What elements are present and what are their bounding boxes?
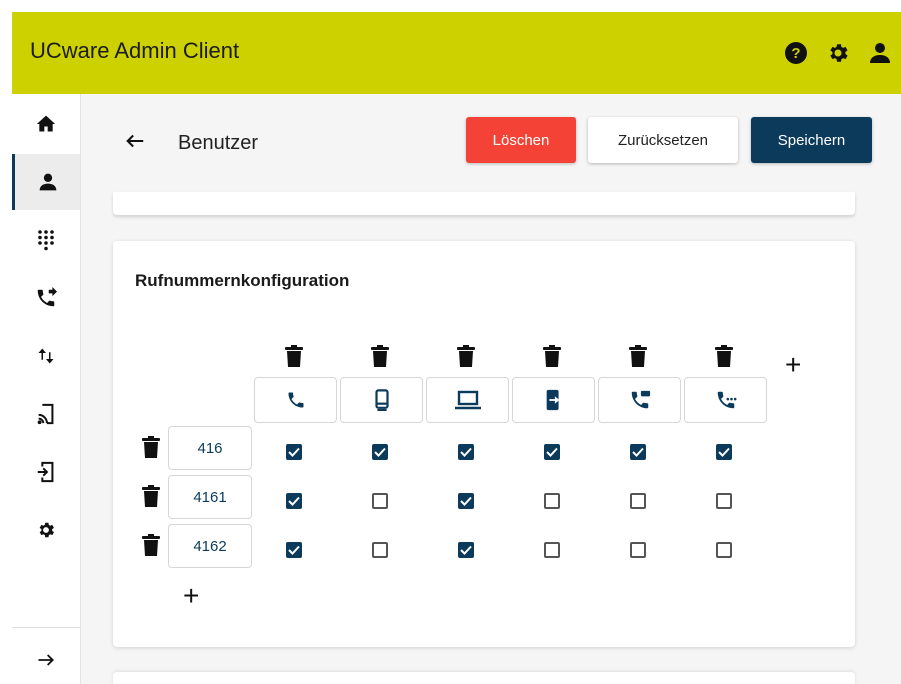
- person-icon: [39, 173, 56, 191]
- sidebar-divider: [12, 627, 80, 628]
- arrow-right-icon: [38, 654, 54, 666]
- swap-vertical-icon: [38, 348, 54, 364]
- sidebar-expand-button[interactable]: [12, 632, 80, 684]
- account-icon[interactable]: [867, 40, 893, 66]
- sidebar-item-transfer[interactable]: [12, 328, 80, 384]
- device-login-icon: [37, 461, 54, 483]
- sidebar-item-dialpad[interactable]: [12, 212, 80, 268]
- phone-sip-icon: [629, 389, 651, 411]
- sidebar-item-home[interactable]: [12, 96, 80, 152]
- add-number-button[interactable]: +: [183, 582, 199, 610]
- number-field[interactable]: 4162: [168, 524, 252, 568]
- back-button[interactable]: [124, 130, 146, 157]
- sidebar: [12, 94, 81, 684]
- sidebar-item-users[interactable]: [12, 154, 80, 210]
- sidebar-item-settings[interactable]: [12, 502, 80, 558]
- assignment-checkbox[interactable]: [458, 493, 474, 509]
- device-column-laptop[interactable]: [426, 377, 509, 423]
- dialpad-icon: [38, 230, 54, 251]
- delete-device-sip-button[interactable]: [629, 345, 647, 367]
- delete-device-phone-button[interactable]: [285, 345, 303, 367]
- sidebar-item-device-login[interactable]: [12, 444, 80, 500]
- assignment-checkbox[interactable]: [716, 542, 732, 558]
- assignment-checkbox[interactable]: [630, 444, 646, 460]
- assignment-checkbox[interactable]: [544, 542, 560, 558]
- app-title: UCware Admin Client: [30, 38, 240, 63]
- delete-number-button[interactable]: [142, 485, 160, 507]
- phone-dots-icon: [715, 389, 737, 411]
- add-device-button[interactable]: +: [785, 351, 801, 379]
- assignment-checkbox[interactable]: [544, 493, 560, 509]
- assignment-checkbox[interactable]: [372, 542, 388, 558]
- number-config-card: Rufnummernkonfiguration + + 416 4161 4162: [113, 241, 855, 647]
- assignment-checkbox[interactable]: [716, 444, 732, 460]
- assignment-checkbox[interactable]: [630, 542, 646, 558]
- delete-device-device-login-button[interactable]: [543, 345, 561, 367]
- assignment-checkbox[interactable]: [286, 493, 302, 509]
- delete-number-button[interactable]: [142, 534, 160, 556]
- assignment-checkbox[interactable]: [458, 542, 474, 558]
- laptop-icon: [454, 390, 481, 410]
- delete-button[interactable]: Löschen: [466, 117, 576, 163]
- home-icon: [36, 115, 56, 132]
- assignment-checkbox[interactable]: [286, 444, 302, 460]
- delete-device-phone-dots-button[interactable]: [715, 345, 733, 367]
- assignment-checkbox[interactable]: [716, 493, 732, 509]
- sidebar-item-call-forward[interactable]: [12, 270, 80, 326]
- cast-icon: [37, 403, 54, 425]
- device-column-phone[interactable]: [254, 377, 337, 423]
- arrow-left-icon: [126, 134, 144, 148]
- delete-device-laptop-button[interactable]: [457, 345, 475, 367]
- phone-icon: [286, 390, 306, 410]
- svg-text:?: ?: [791, 45, 800, 62]
- device-column-sip[interactable]: [598, 377, 681, 423]
- gear-icon: [39, 522, 54, 538]
- help-icon[interactable]: ?: [783, 40, 809, 66]
- assignment-checkbox[interactable]: [458, 444, 474, 460]
- reset-button[interactable]: Zurücksetzen: [588, 117, 738, 163]
- device-column-device-login[interactable]: [512, 377, 595, 423]
- app-frame: UCware Admin Client ? Benutzer Löschen Z…: [12, 12, 901, 684]
- assignment-checkbox[interactable]: [630, 493, 646, 509]
- device-column-phone-dots[interactable]: [684, 377, 767, 423]
- assignment-checkbox[interactable]: [372, 493, 388, 509]
- number-field[interactable]: 4161: [168, 475, 252, 519]
- assignment-checkbox[interactable]: [544, 444, 560, 460]
- sidebar-item-cast[interactable]: [12, 386, 80, 442]
- save-button[interactable]: Speichern: [751, 117, 872, 163]
- top-bar: UCware Admin Client ?: [12, 12, 901, 94]
- delete-number-button[interactable]: [142, 436, 160, 458]
- page-title: Benutzer: [178, 132, 259, 154]
- phone-forward-icon: [37, 287, 57, 307]
- mobile-icon: [374, 389, 390, 411]
- previous-card: [113, 192, 855, 215]
- device-column-mobile[interactable]: [340, 377, 423, 423]
- device-login-icon: [545, 389, 563, 411]
- delete-device-mobile-button[interactable]: [371, 345, 389, 367]
- section-title: Rufnummernkonfiguration: [135, 271, 350, 290]
- number-field[interactable]: 416: [168, 426, 252, 470]
- gear-icon[interactable]: [825, 40, 851, 66]
- next-card: [113, 672, 855, 684]
- assignment-checkbox[interactable]: [372, 444, 388, 460]
- assignment-checkbox[interactable]: [286, 542, 302, 558]
